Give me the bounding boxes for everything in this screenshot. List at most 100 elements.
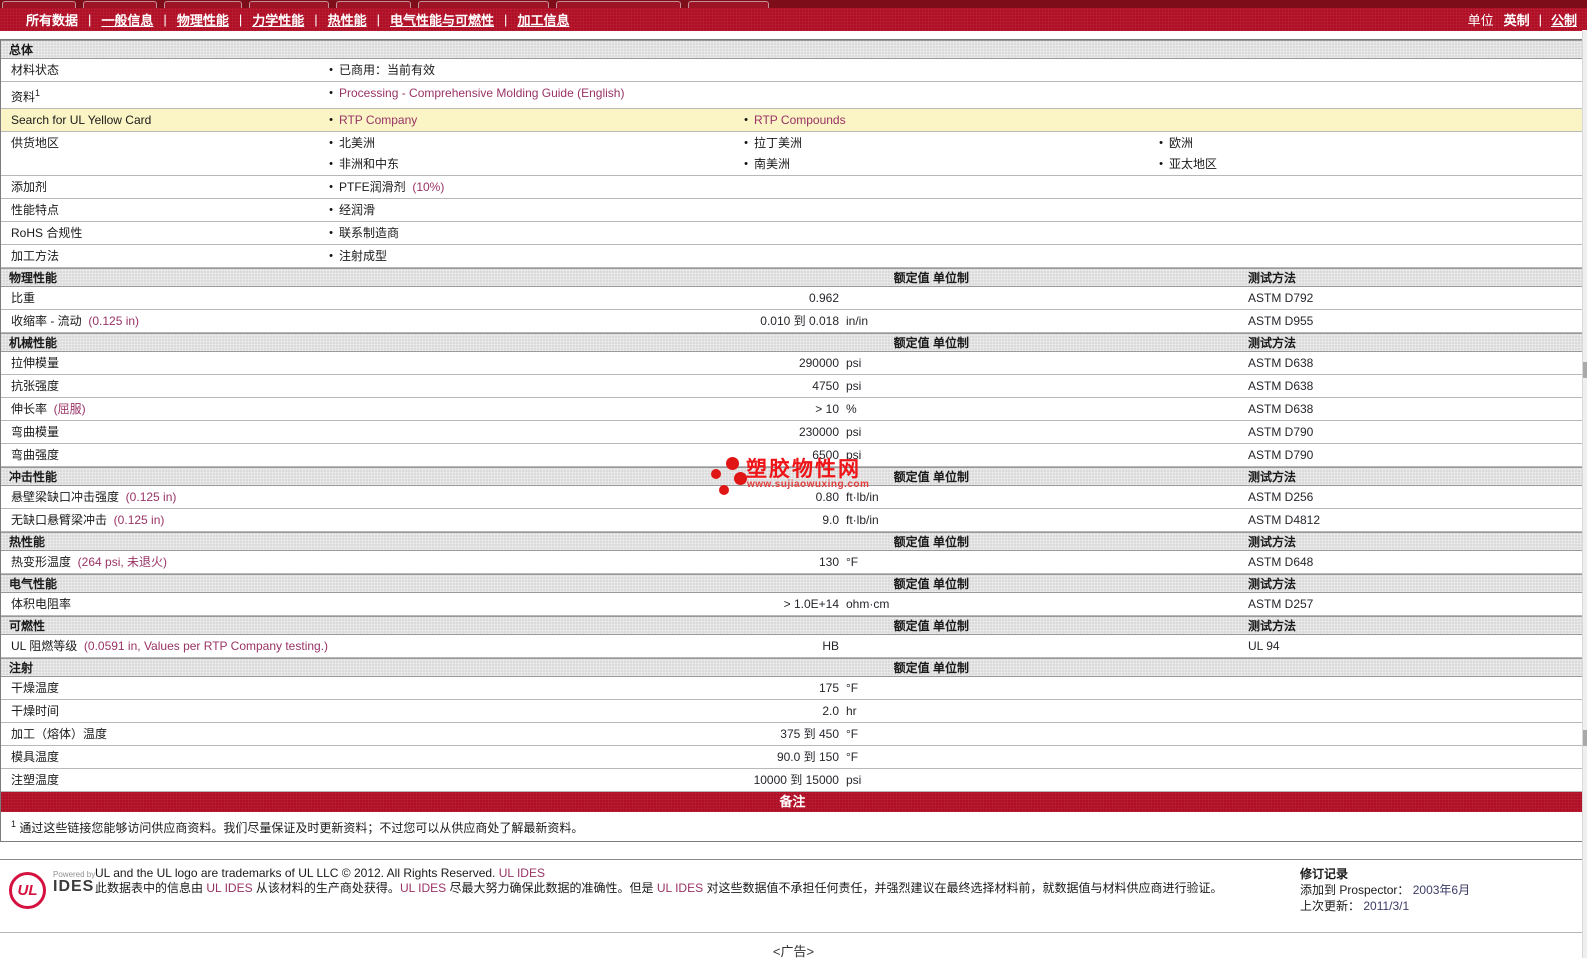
tab-stub	[336, 1, 411, 8]
footer-line1-text: UL and the UL logo are trademarks of UL …	[95, 866, 499, 880]
nav-tab-electrical-flammability[interactable]: 电气性能与可燃性	[390, 10, 494, 29]
property-unit: psi	[846, 356, 862, 370]
nav-tab-processing[interactable]: 加工信息	[517, 10, 569, 29]
nav-tab-thermal[interactable]: 热性能	[328, 10, 367, 29]
property-value: 0.962	[808, 291, 839, 305]
property-value-cell: 375 到 450 °F	[501, 724, 936, 745]
bullet-icon: •	[744, 114, 748, 126]
units-switcher: 单位 英制 | 公制	[1468, 10, 1577, 29]
ad-placeholder-text: <广告>	[772, 944, 815, 958]
section-header-thermal: 热性能 额定值 单位制 测试方法	[1, 532, 1584, 551]
bullet-column: • RTP Company	[323, 110, 738, 131]
nav-separator: |	[504, 12, 508, 27]
bullet-item: • 亚太地区	[1153, 154, 1568, 175]
revision-added-label: 添加到 Prospector：	[1300, 883, 1410, 897]
nav-tab-mechanical[interactable]: 力学性能	[252, 10, 304, 29]
property-unit	[846, 288, 936, 309]
ul-ides-link[interactable]: UL IDES	[400, 881, 446, 895]
material-datasheet-table: 总体 材料状态 • 已商用：当前有效 资料1 • Processing - Comprehe…	[0, 39, 1585, 842]
property-label: UL 阻燃等级 (0.0591 in, Values per RTP Compa…	[11, 639, 329, 653]
property-unit: in/in	[846, 314, 869, 328]
footer-line2-text: 此数据表中的信息由	[95, 881, 207, 895]
value-text: 南美洲	[754, 157, 791, 171]
unit-metric-link[interactable]: 公制	[1551, 10, 1577, 29]
value-text: 非洲和中东	[339, 157, 400, 171]
value-link[interactable]: RTP Compounds	[754, 110, 846, 131]
property-condition: (0.125 in)	[107, 513, 165, 527]
scrollbar[interactable]	[1582, 30, 1587, 958]
property-label: 干燥时间	[11, 704, 60, 718]
nav-tab-physical[interactable]: 物理性能	[177, 10, 229, 29]
property-unit: psi	[846, 425, 862, 439]
row-ul-yellow-card: Search for UL Yellow Card • RTP Company • RT…	[1, 109, 1584, 132]
property-label: 比重	[11, 291, 36, 305]
property-label: 弯曲强度	[11, 448, 60, 462]
bullet-icon: •	[329, 181, 333, 193]
property-unit: psi	[846, 773, 862, 787]
test-method: ASTM D792	[1248, 291, 1314, 305]
row-label: Search for UL Yellow Card	[11, 113, 152, 127]
value-link[interactable]: RTP Company	[339, 110, 417, 131]
footnote-ref: 1	[35, 88, 41, 98]
ul-ides-link[interactable]: UL IDES	[499, 866, 545, 880]
property-label: 模具温度	[11, 750, 60, 764]
row-features: 性能特点 • 经润滑	[1, 199, 1584, 222]
tab-stub	[556, 1, 681, 8]
ul-ides-link[interactable]: UL IDES	[657, 881, 703, 895]
property-condition: (0.0591 in, Values per RTP Company testi…	[77, 639, 329, 653]
property-value: 0.010 到 0.018	[760, 314, 839, 328]
bullet-icon: •	[329, 87, 333, 99]
test-method: ASTM D4812	[1248, 513, 1321, 527]
value-text: 亚太地区	[1169, 157, 1218, 171]
bullet-icon: •	[329, 158, 333, 170]
test-method: ASTM D638	[1248, 356, 1314, 370]
test-method: ASTM D638	[1248, 402, 1314, 416]
bullet-icon: •	[1159, 158, 1163, 170]
section-title: 注射	[9, 661, 34, 675]
bullet-item: • 已商用：当前有效	[323, 60, 738, 81]
bullet-icon: •	[744, 158, 748, 170]
revision-updated: 上次更新： 2011/3/1	[1300, 898, 1470, 914]
value-link[interactable]: Processing - Comprehensive Molding Guide…	[339, 83, 624, 104]
property-row-izod-notched: 悬壁梁缺口冲击强度 (0.125 in) 0.80 ft·lb/in ASTM D25…	[1, 486, 1584, 509]
property-row-elongation-yield: 伸长率 (屈服) > 10% ASTM D638	[1, 398, 1584, 421]
property-sections: 物理性能 额定值 单位制 测试方法 比重 0.962 ASTM D792 收缩率 - 流动 …	[1, 268, 1584, 792]
row-label: 供货地区	[11, 136, 60, 150]
test-method: ASTM D256	[1248, 490, 1314, 504]
value-condition: (10%)	[405, 180, 445, 194]
nav-tab-all-data[interactable]: 所有数据	[26, 10, 78, 29]
property-unit: %	[846, 402, 857, 416]
property-row-tensile-strength: 抗张强度 4750 psi ASTM D638	[1, 375, 1584, 398]
row-label: 加工方法	[11, 249, 60, 263]
bullet-item: • Processing - Comprehensive Molding Guid…	[323, 83, 738, 104]
bullet-column: • RTP Compounds	[738, 110, 1153, 131]
bullet-item: • 拉丁美洲	[738, 133, 1153, 154]
property-value-cell: 9.0 ft·lb/in	[501, 510, 936, 531]
section-title: 总体	[9, 43, 34, 57]
ul-ides-link[interactable]: UL IDES	[206, 881, 252, 895]
tab-stub	[418, 1, 549, 8]
property-row-tensile-modulus: 拉伸模量 290000 psi ASTM D638	[1, 352, 1584, 375]
property-row-drying-time: 干燥时间 2.0 hr	[1, 700, 1584, 723]
section-header-impact: 冲击性能 额定值 单位制 测试方法	[1, 467, 1584, 486]
bullet-icon: •	[329, 204, 333, 216]
ul-logo-icon: UL	[9, 872, 46, 909]
value-text: 注射成型	[339, 249, 388, 263]
row-additive: 添加剂 • PTFE润滑剂 (10%)	[1, 176, 1584, 199]
property-unit: psi	[846, 379, 862, 393]
scrollbar-thumb[interactable]	[1583, 730, 1587, 746]
row-material-status: 材料状态 • 已商用：当前有效	[1, 59, 1584, 82]
value-text: 联系制造商	[339, 226, 400, 240]
tab-stub	[249, 1, 329, 8]
top-tab-strip	[0, 0, 1587, 8]
scrollbar-thumb[interactable]	[1583, 362, 1587, 378]
property-value: 90.0 到 150	[776, 750, 839, 764]
property-unit: ft·lb/in	[846, 490, 879, 504]
nav-tab-general-info[interactable]: 一般信息	[101, 10, 153, 29]
property-value-cell: > 10%	[501, 399, 936, 420]
footer: UL Powered by IDES UL and the UL logo ar…	[0, 859, 1587, 935]
column-header-value: 额定值 单位制	[893, 661, 969, 675]
property-unit: °F	[846, 681, 859, 695]
property-label: 加工（熔体）温度	[11, 727, 108, 741]
property-value-cell: 6500 psi	[501, 445, 936, 466]
